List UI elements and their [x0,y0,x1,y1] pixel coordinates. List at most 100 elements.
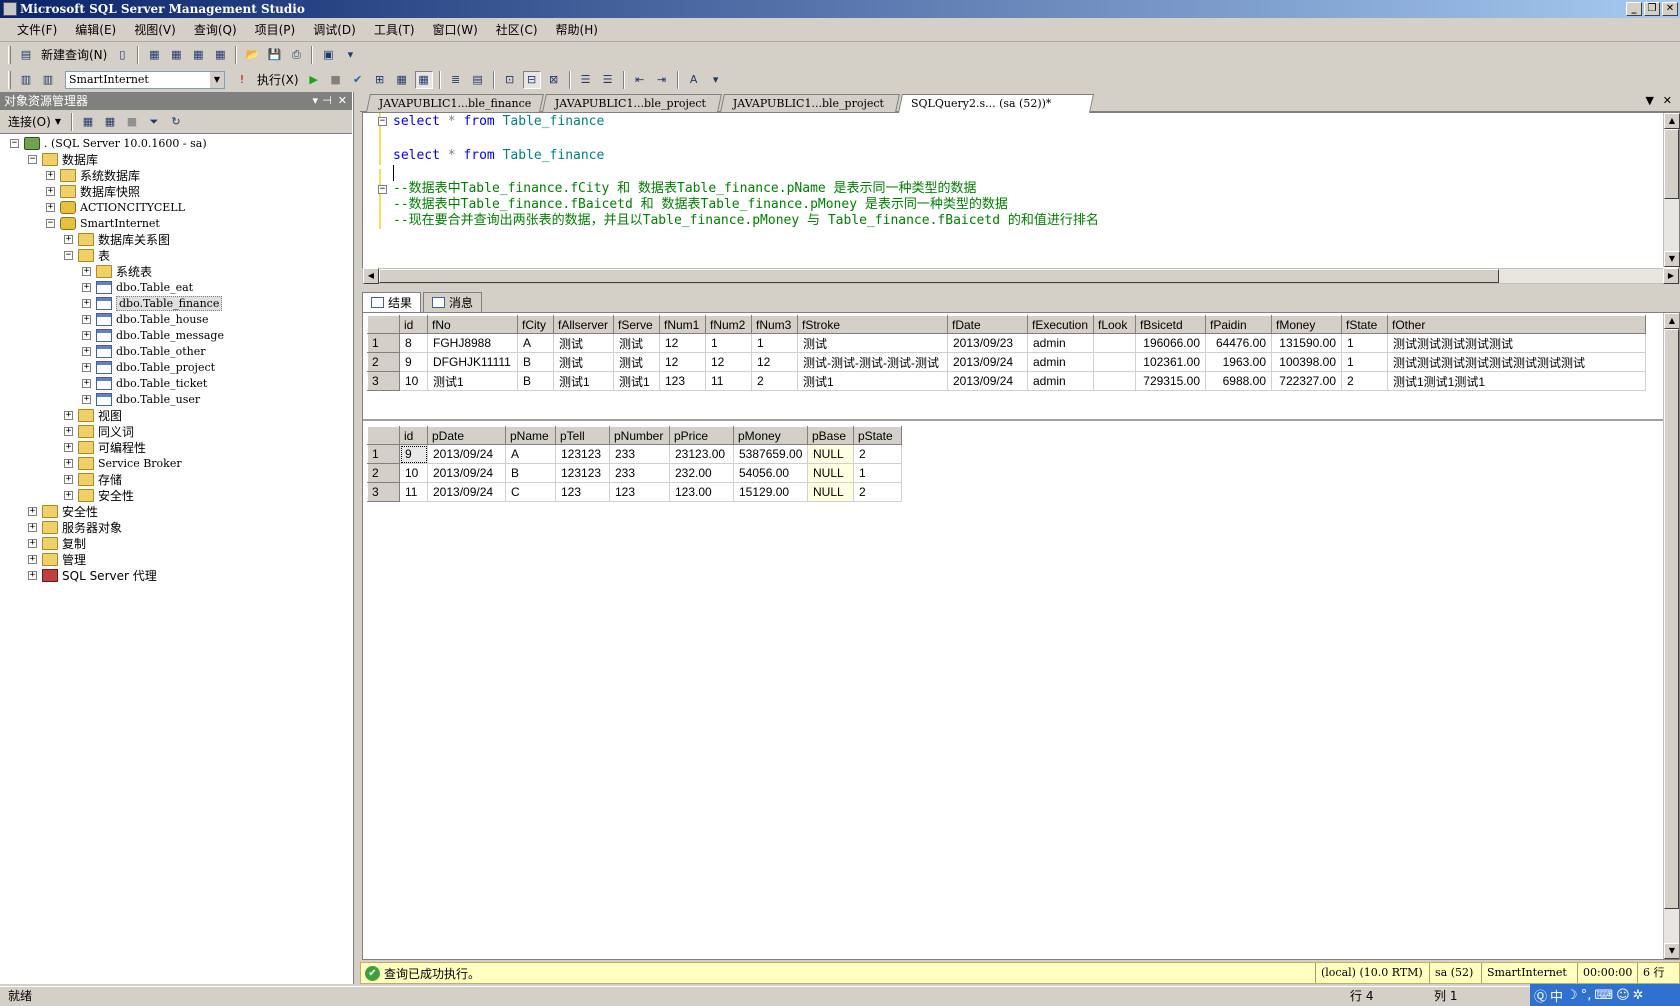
grid-cell[interactable]: 15129.00 [733,482,808,502]
column-header[interactable]: fState [1341,315,1388,334]
grid-cell[interactable]: 10 [399,463,428,483]
grid-cell[interactable]: DFGHJK11111 [427,352,518,372]
grid-cell[interactable]: admin [1027,352,1094,372]
results-to-text-icon[interactable]: ≣ [447,71,465,89]
tab-sqlquery2[interactable]: SQLQuery2.s... (sa (52))* [897,94,1095,113]
grid-cell[interactable]: 测试 [613,352,660,372]
grid-cell[interactable]: 测试-测试-测试-测试-测试 [797,352,948,372]
execute-button[interactable]: 执行(X) [257,71,299,88]
grid-cell[interactable]: C [505,482,556,502]
save-icon[interactable]: 💾 [265,46,283,64]
grid-cell[interactable]: 123 [659,371,706,391]
tree-node[interactable]: + 系统数据库 [46,167,140,183]
grid-cell[interactable] [1093,371,1136,391]
row-header[interactable]: 2 [367,463,400,483]
expand-icon[interactable]: + [64,474,73,484]
expand-icon[interactable]: + [28,554,37,564]
tree-node[interactable]: + 存储 [64,471,122,487]
column-header[interactable]: pState [853,426,902,445]
grid-cell[interactable]: 1 [853,463,902,483]
grid-cell[interactable]: 测试测试测试测试测试测试测试测试 [1387,352,1646,372]
grid-cell[interactable]: 2013/09/23 [947,333,1028,353]
menu-edit[interactable]: 编辑(E) [66,19,125,41]
expand-icon[interactable]: + [28,538,37,548]
column-header[interactable]: pMoney [733,426,808,445]
column-header[interactable]: fOther [1387,315,1646,334]
comment-icon[interactable]: ☰ [577,71,595,89]
expand-icon[interactable]: + [82,362,91,372]
ime-mode[interactable]: 中 [1550,986,1563,1005]
grid-cell[interactable]: 54056.00 [733,463,808,483]
collapse-icon[interactable]: − [10,138,19,148]
tree-node[interactable]: + dbo.Table_finance [82,295,223,311]
increase-indent-icon[interactable]: ⇥ [653,71,671,89]
grid-splitter[interactable] [363,419,1663,421]
tree-node[interactable]: + dbo.Table_project [82,359,215,375]
grid-cell[interactable]: 测试1 [613,371,660,391]
grid-cell[interactable]: 2 [853,444,902,464]
connect-dropdown[interactable]: 连接(O) [8,113,51,130]
grid-cell[interactable] [1093,333,1136,353]
column-header[interactable]: pName [505,426,556,445]
grid-cell[interactable]: 测试 [553,333,614,353]
refresh-icon[interactable]: ↻ [167,113,185,131]
column-header[interactable]: pDate [427,426,506,445]
grid-cell[interactable]: FGHJ8988 [427,333,518,353]
tree-node[interactable]: + ACTIONCITYCELL [46,199,185,215]
tree-node[interactable]: + dbo.Table_ticket [82,375,207,391]
grid-cell[interactable]: 1 [705,333,752,353]
tab-results[interactable]: 结果 [362,292,422,312]
tab-javapublic-project-2[interactable]: JAVAPUBLIC1...ble_project [720,94,900,112]
tree-node[interactable]: + dbo.Table_message [82,327,224,343]
panel-splitter[interactable] [354,92,360,984]
ime-smile-icon[interactable]: ☺ [1616,988,1630,1003]
change-connection-icon[interactable]: ▥ [39,71,57,89]
column-header[interactable]: fNum3 [751,315,798,334]
column-header[interactable]: fNo [427,315,518,334]
grid-cell[interactable]: 123123 [555,444,610,464]
result-grid-project[interactable]: id pDate pName pTell pNumber pPrice pMoney pBas… [367,426,902,502]
tree-node[interactable]: − 数据库 [28,151,98,167]
grid-cell[interactable] [1093,352,1136,372]
grid-cell[interactable]: 2 [1341,371,1388,391]
expand-icon[interactable]: + [28,570,37,580]
results-to-file-icon[interactable]: ▤ [469,71,487,89]
expand-icon[interactable]: + [82,282,91,292]
scroll-down-icon[interactable]: ▼ [1664,943,1679,959]
toolbar-options-icon-2[interactable]: ▾ [707,71,725,89]
expand-icon[interactable]: + [28,506,37,516]
tree-node[interactable]: + 视图 [64,407,122,423]
collapse-icon[interactable]: − [46,218,55,228]
close-button[interactable]: ✕ [1662,2,1678,16]
grid-cell[interactable]: 1963.00 [1205,352,1272,372]
column-header[interactable] [367,426,400,445]
editor-vertical-scrollbar[interactable]: ▲ ▼ [1663,113,1680,267]
expand-icon[interactable]: + [82,298,91,308]
specify-values-icon[interactable]: A [685,71,703,89]
ime-toolbar[interactable]: Ⓠ 中 ☽ °, ⌨ ☺ ✲ [1530,984,1680,1006]
tree-node[interactable]: + 数据库关系图 [64,231,170,247]
grid-cell[interactable]: 2013/09/24 [427,444,506,464]
column-header[interactable] [367,315,400,334]
column-header[interactable]: fExecution [1027,315,1094,334]
grid-cell[interactable]: 233 [609,463,670,483]
grid-cell[interactable]: 10 [399,371,428,391]
tree-node[interactable]: + dbo.Table_other [82,343,206,359]
expand-icon[interactable]: + [64,234,73,244]
grid-cell[interactable]: 1 [1341,352,1388,372]
toolbar-options-icon[interactable]: ▾ [341,46,359,64]
grid-cell[interactable]: A [517,333,554,353]
debug-play-icon[interactable]: ▶ [305,71,323,89]
grid-cell[interactable]: 11 [705,371,752,391]
menu-view[interactable]: 视图(V) [125,19,185,41]
grid-cell[interactable]: 2013/09/24 [427,463,506,483]
stop-icon[interactable]: ■ [123,113,141,131]
expand-icon[interactable]: + [82,394,91,404]
grid-cell[interactable]: 131590.00 [1271,333,1342,353]
tree-node[interactable]: + 复制 [28,535,86,551]
connect-explorer-icon[interactable]: ▦ [79,113,97,131]
connect-icon[interactable]: ▥ [17,71,35,89]
scroll-up-icon[interactable]: ▲ [1664,313,1679,329]
scroll-left-icon[interactable]: ◀ [363,268,379,284]
expand-icon[interactable]: + [82,266,91,276]
